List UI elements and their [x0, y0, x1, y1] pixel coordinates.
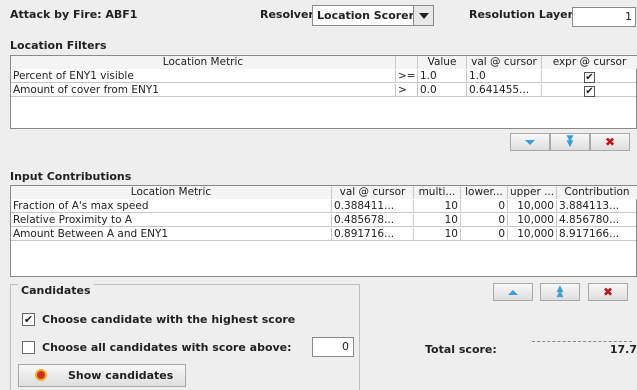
column-header[interactable]: lower...: [461, 186, 508, 199]
column-header[interactable]: Value: [418, 56, 467, 69]
score-above-label[interactable]: Choose all candidates with score above:: [42, 341, 292, 354]
highest-score-checkbox[interactable]: ✔: [22, 313, 35, 326]
column-header[interactable]: val @ cursor: [467, 56, 542, 69]
column-header[interactable]: upper ...: [508, 186, 557, 199]
delete-contribution-button[interactable]: ✖: [588, 283, 628, 301]
metric-cell: Amount of cover from ENY1: [11, 84, 396, 97]
multiplier-cell[interactable]: 10: [414, 200, 461, 213]
resolver-label: Resolver: [260, 8, 314, 21]
metric-cell: Fraction of A's max speed: [11, 200, 332, 213]
val-cursor-cell: 1.0: [467, 70, 542, 83]
metric-cell: Amount Between A and ENY1: [11, 228, 332, 241]
operator-cell[interactable]: >: [396, 84, 418, 97]
triangle-up-icon: [508, 289, 518, 295]
metric-cell: Relative Proximity to A: [11, 214, 332, 227]
delete-filter-button[interactable]: ✖: [590, 133, 630, 151]
show-candidates-label: Show candidates: [68, 369, 174, 382]
resolver-select[interactable]: Location Scorer: [312, 5, 434, 26]
column-header[interactable]: [396, 56, 418, 69]
total-score-label: Total score:: [425, 343, 497, 356]
value-cell[interactable]: 1.0: [418, 70, 467, 83]
multiplier-cell[interactable]: 10: [414, 214, 461, 227]
move-top-button[interactable]: ▲ ▲: [540, 283, 580, 301]
upper-cell[interactable]: 10,000: [508, 214, 557, 227]
table-header-row: Location Metric Value val @ cursor expr …: [11, 56, 637, 69]
close-icon: ✖: [604, 135, 616, 149]
expr-cursor-cell: ✔: [542, 70, 637, 83]
table-row[interactable]: Relative Proximity to A 0.485678... 10 0…: [11, 214, 636, 227]
upper-cell[interactable]: 10,000: [508, 228, 557, 241]
contribution-cell: 4.856780...: [559, 214, 620, 226]
resolution-layer-input[interactable]: 1: [572, 7, 636, 27]
move-down-button[interactable]: [510, 133, 550, 151]
val-cursor-cell: 0.388411...: [332, 200, 414, 213]
checkbox-icon: ✔: [584, 86, 595, 97]
location-filters-table[interactable]: Location Metric Value val @ cursor expr …: [10, 55, 637, 129]
location-filters-title: Location Filters: [10, 39, 107, 52]
expr-cursor-cell: ✔: [542, 84, 637, 97]
table-row[interactable]: Fraction of A's max speed 0.388411... 10…: [11, 200, 636, 213]
double-chevron-up-icon: ▲ ▲: [556, 284, 564, 299]
val-cursor-cell: 0.891716...: [332, 228, 414, 241]
move-up-button[interactable]: [493, 283, 533, 301]
move-bottom-button[interactable]: ▼ ▼: [550, 133, 590, 151]
multiplier-cell[interactable]: 10: [414, 228, 461, 241]
column-header[interactable]: Location Metric: [11, 186, 332, 199]
resolution-layer-label: Resolution Layer: [469, 8, 574, 21]
total-score-value: 17.7: [609, 343, 637, 356]
upper-cell[interactable]: 10,000: [508, 200, 557, 213]
column-header[interactable]: Contribution: [557, 186, 637, 199]
score-above-checkbox[interactable]: [22, 341, 35, 354]
val-cursor-cell: 0.485678...: [332, 214, 414, 227]
column-header[interactable]: expr @ cursor: [542, 56, 637, 69]
metric-cell: Percent of ENY1 visible: [11, 70, 396, 83]
close-icon: ✖: [602, 285, 614, 299]
score-threshold-input[interactable]: 0: [312, 337, 354, 357]
contribution-cell: 3.884113...: [559, 200, 620, 212]
value-cell[interactable]: 0.0: [418, 84, 467, 97]
table-header-row: Location Metric val @ cursor multi... lo…: [11, 186, 637, 199]
candidates-title: Candidates: [18, 284, 94, 297]
chevron-down-icon[interactable]: [413, 6, 433, 25]
resolver-select-value: Location Scorer: [317, 9, 415, 22]
table-row[interactable]: Amount Between A and ENY1 0.891716... 10…: [11, 228, 636, 241]
table-row[interactable]: Percent of ENY1 visible >= 1.0 1.0 ✔: [11, 70, 636, 83]
panel-title: Attack by Fire: ABF1: [10, 8, 138, 21]
double-chevron-down-icon: ▼ ▼: [566, 134, 574, 149]
lower-cell[interactable]: 0: [461, 228, 508, 241]
column-header[interactable]: Location Metric: [11, 56, 396, 69]
triangle-down-icon: [525, 139, 535, 145]
contribution-cell: 8.917166...: [559, 228, 620, 240]
lower-cell[interactable]: 0: [461, 200, 508, 213]
column-header[interactable]: multi...: [414, 186, 461, 199]
val-cursor-cell: 0.641455...: [467, 84, 542, 97]
input-contributions-table[interactable]: Location Metric val @ cursor multi... lo…: [10, 185, 637, 277]
highest-score-label[interactable]: Choose candidate with the highest score: [42, 313, 295, 326]
operator-cell[interactable]: >=: [396, 70, 418, 83]
column-header[interactable]: val @ cursor: [332, 186, 414, 199]
input-contributions-title: Input Contributions: [10, 170, 132, 183]
divider: [532, 341, 632, 342]
target-icon: [35, 369, 47, 381]
table-row[interactable]: Amount of cover from ENY1 > 0.0 0.641455…: [11, 84, 636, 97]
checkbox-icon: ✔: [584, 72, 595, 83]
lower-cell[interactable]: 0: [461, 214, 508, 227]
